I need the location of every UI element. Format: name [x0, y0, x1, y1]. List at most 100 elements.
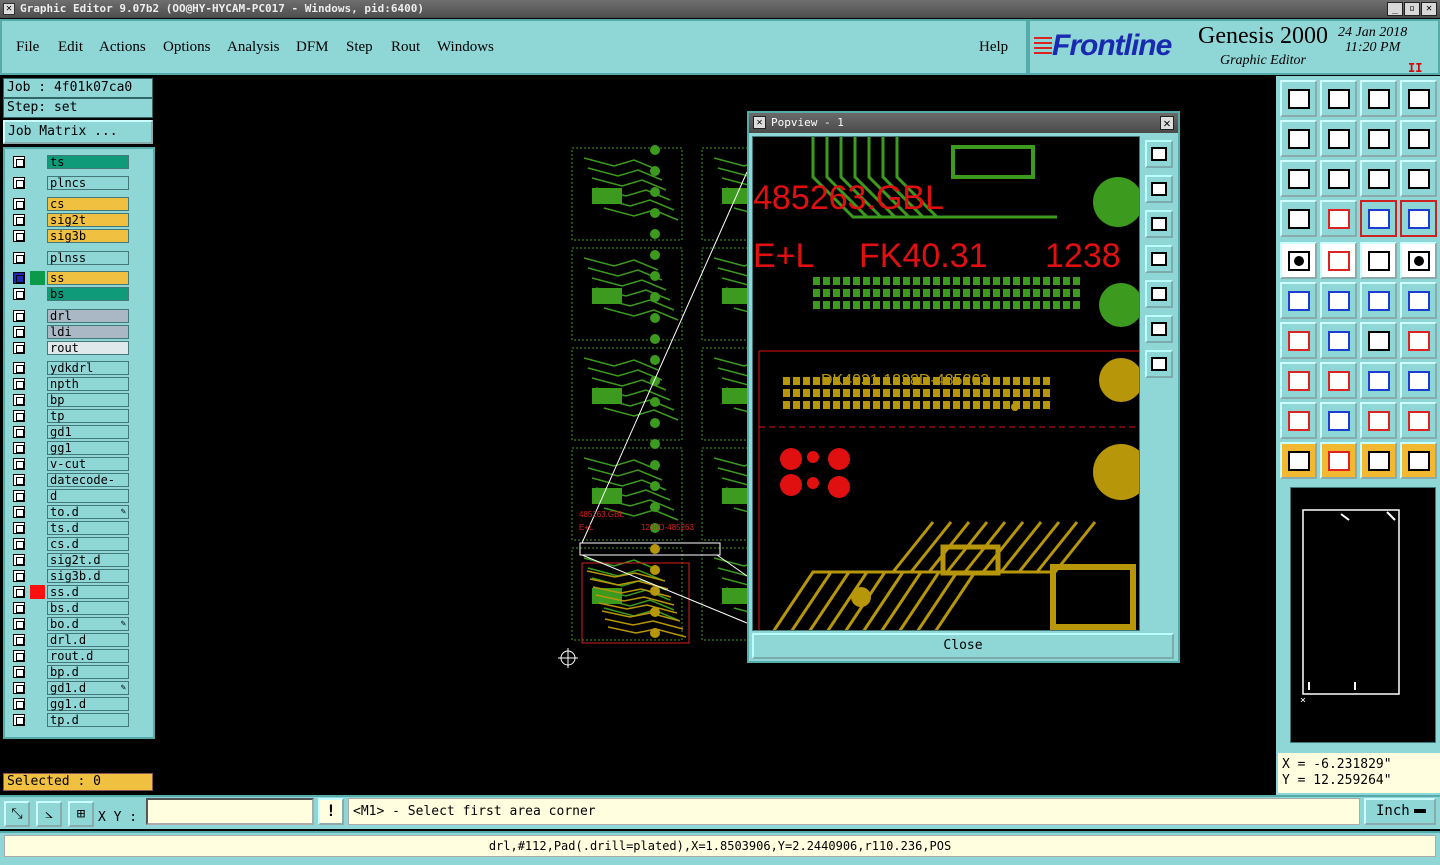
layer-row-rout.d[interactable]: rout.d — [10, 649, 130, 663]
layer-name[interactable]: cs.d — [47, 537, 129, 551]
layer-color-swatch[interactable] — [30, 287, 45, 301]
layer-row-gg1.d[interactable]: gg1.d — [10, 697, 130, 711]
mirror-text-button[interactable] — [1400, 322, 1437, 359]
menu-windows[interactable]: Windows — [437, 39, 494, 56]
layer-color-swatch[interactable] — [30, 569, 45, 583]
popview-close-icon[interactable]: ✕ — [1160, 116, 1174, 130]
layer-row-ss.d[interactable]: ss.d — [10, 585, 130, 599]
layer-row-bs[interactable]: bs — [10, 287, 130, 301]
popview-close-button[interactable]: Close — [752, 633, 1174, 659]
layer-name[interactable]: gd1.d ✎ — [47, 681, 129, 695]
layer-checkbox[interactable] — [13, 634, 25, 646]
triangle-b-button[interactable] — [1320, 402, 1357, 439]
layer-color-swatch[interactable] — [30, 441, 45, 455]
layer-row-ts.d[interactable]: ts.d — [10, 521, 130, 535]
layer-checkbox[interactable] — [13, 426, 25, 438]
layer-checkbox[interactable] — [13, 586, 25, 598]
layer-checkbox[interactable] — [13, 156, 25, 168]
menu-step[interactable]: Step — [346, 39, 373, 56]
popview-zoom-in-icon[interactable] — [1145, 140, 1173, 168]
minimize-button[interactable]: _ — [1387, 2, 1403, 16]
split-view-button[interactable] — [1400, 80, 1437, 117]
layer-checkbox[interactable] — [13, 342, 25, 354]
layer-checkbox[interactable] — [13, 214, 25, 226]
layer-checkbox[interactable] — [13, 554, 25, 566]
redraw-button[interactable] — [1360, 120, 1397, 157]
layer-row-drl[interactable]: drl — [10, 309, 130, 323]
layer-checkbox[interactable] — [13, 442, 25, 454]
layer-name[interactable]: plnss — [47, 251, 129, 265]
layer-color-swatch[interactable] — [30, 649, 45, 663]
layer-color-swatch[interactable] — [30, 681, 45, 695]
connect-button[interactable] — [1280, 282, 1317, 319]
layer-list-scrollbar[interactable] — [129, 151, 153, 737]
layer-name[interactable]: rout — [47, 341, 129, 355]
layer-row-to.d[interactable]: to.d ✎ — [10, 505, 130, 519]
layer-color-swatch[interactable] — [30, 553, 45, 567]
arch-a-button[interactable] — [1360, 402, 1397, 439]
layer-name[interactable]: gg1.d — [47, 697, 129, 711]
layer-name[interactable]: ts.d — [47, 521, 129, 535]
triangle-a-button[interactable] — [1280, 402, 1317, 439]
layer-name[interactable]: ss — [47, 271, 129, 285]
pads-button[interactable] — [1400, 362, 1437, 399]
layer-color-swatch[interactable] — [30, 521, 45, 535]
layer-name[interactable]: ts — [47, 155, 129, 169]
split-line-button[interactable] — [1320, 362, 1357, 399]
layer-name[interactable]: to.d ✎ — [47, 505, 129, 519]
pan-right-button[interactable] — [1320, 120, 1357, 157]
arch-b-button[interactable] — [1400, 402, 1437, 439]
layer-name[interactable]: tp.d — [47, 713, 129, 727]
layer-name[interactable]: bs — [47, 287, 129, 301]
select-pointer-button[interactable] — [1280, 442, 1317, 479]
layer-row-gd1[interactable]: gd1 — [10, 425, 130, 439]
ruler-tool-button[interactable] — [1360, 242, 1397, 279]
menu-options[interactable]: Options — [163, 39, 211, 56]
layer-checkbox[interactable] — [13, 474, 25, 486]
measure-icon[interactable]: ⦣ — [36, 801, 62, 827]
layer-name[interactable]: ldi — [47, 325, 129, 339]
layer-row-ts[interactable]: ts — [10, 155, 130, 169]
cross-button[interactable] — [1320, 282, 1357, 319]
dashed-pad-button[interactable] — [1400, 242, 1437, 279]
layer-checkbox[interactable] — [13, 714, 25, 726]
house-button[interactable] — [1360, 80, 1397, 117]
layer-color-swatch[interactable] — [30, 271, 45, 285]
layer-color-swatch[interactable] — [30, 505, 45, 519]
layer-color-swatch[interactable] — [30, 409, 45, 423]
layer-checkbox[interactable] — [13, 522, 25, 534]
menu-file[interactable]: File — [16, 39, 39, 56]
s-curve-button[interactable] — [1400, 120, 1437, 157]
snap-button[interactable] — [1320, 200, 1357, 237]
app-icon[interactable]: ✕ — [3, 3, 15, 15]
layer-row-drl.d[interactable]: drl.d — [10, 633, 130, 647]
layer-checkbox[interactable] — [13, 650, 25, 662]
zoom-down-button[interactable] — [1320, 80, 1357, 117]
pad-link-button[interactable] — [1400, 282, 1437, 319]
layer-name[interactable]: gd1 — [47, 425, 129, 439]
layer-checkbox[interactable] — [13, 538, 25, 550]
layer-color-swatch[interactable] — [30, 585, 45, 599]
layer-checkbox[interactable] — [13, 230, 25, 242]
layer-name[interactable]: cs — [47, 197, 129, 211]
layer-row-bp[interactable]: bp — [10, 393, 130, 407]
popview-home-icon[interactable] — [1145, 280, 1173, 308]
overview-map[interactable]: × — [1290, 487, 1436, 743]
select-net-button[interactable] — [1360, 442, 1397, 479]
layer-checkbox[interactable] — [13, 252, 25, 264]
layer-row-ldi[interactable]: ldi — [10, 325, 130, 339]
execute-button[interactable]: ! — [318, 798, 344, 825]
layer-color-swatch[interactable] — [30, 176, 45, 190]
popview-pan-icon[interactable] — [1145, 210, 1173, 238]
layer-row-sig2t.d[interactable]: sig2t.d — [10, 553, 130, 567]
layer-checkbox[interactable] — [13, 618, 25, 630]
layer-color-swatch[interactable] — [30, 697, 45, 711]
layer-checkbox[interactable] — [13, 410, 25, 422]
layer-name[interactable]: sig2t.d — [47, 553, 129, 567]
layer-color-swatch[interactable] — [30, 325, 45, 339]
layer-color-swatch[interactable] — [30, 309, 45, 323]
popview-image[interactable]: 485263.GBL E+L FK40.31 1238 DK4031 1238D-485… — [752, 136, 1140, 631]
menu-actions[interactable]: Actions — [99, 39, 146, 56]
layer-name[interactable]: v-cut — [47, 457, 129, 471]
layer-row-gd1.d[interactable]: gd1.d ✎ — [10, 681, 130, 695]
